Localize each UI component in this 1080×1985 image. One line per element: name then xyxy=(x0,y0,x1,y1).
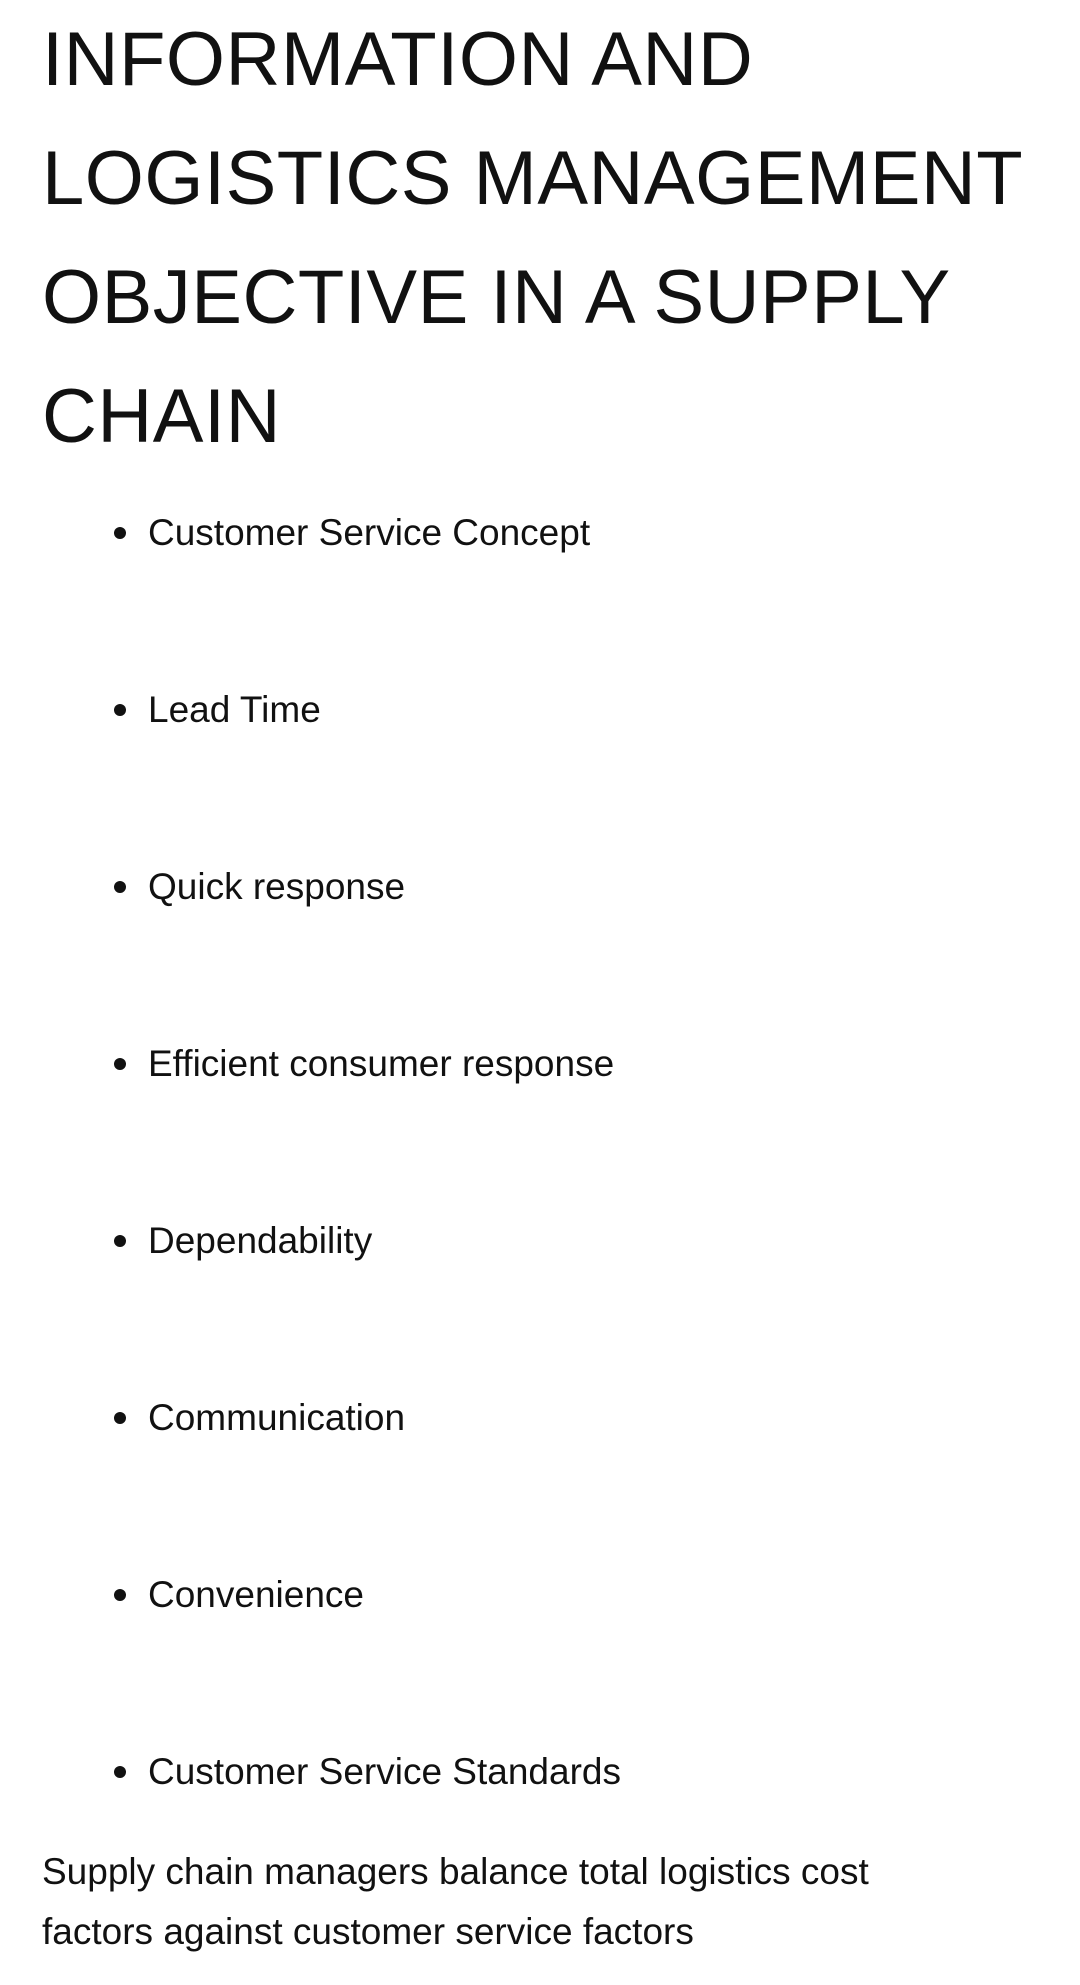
bullet-icon xyxy=(114,1412,126,1424)
list-item-label: Quick response xyxy=(148,866,406,907)
list-item-label: Lead Time xyxy=(148,689,321,730)
bullet-icon xyxy=(114,1058,126,1070)
bullet-icon xyxy=(114,881,126,893)
page-title: INFORMATION AND LOGISTICS MANAGEMENT OBJ… xyxy=(42,0,1042,476)
list-item-label: Customer Service Concept xyxy=(148,512,591,553)
list-item: Lead Time xyxy=(114,680,321,740)
list-item: Convenience xyxy=(114,1565,364,1625)
bullet-icon xyxy=(114,1235,126,1247)
list-item-label: Dependability xyxy=(148,1220,373,1261)
list-item-label: Customer Service Standards xyxy=(148,1751,621,1792)
summary-paragraph: Supply chain managers balance total logi… xyxy=(42,1842,1042,1962)
list-item: Communication xyxy=(114,1388,405,1448)
list-item: Dependability xyxy=(114,1211,372,1271)
bullet-icon xyxy=(114,527,126,539)
title-line: INFORMATION AND xyxy=(42,17,754,102)
list-item: Customer Service Standards xyxy=(114,1742,621,1802)
list-item-label: Efficient consumer response xyxy=(148,1043,615,1084)
list-item: Customer Service Concept xyxy=(114,503,590,563)
list-item: Quick response xyxy=(114,857,405,917)
title-line: CHAIN xyxy=(42,374,281,459)
list-item-label: Convenience xyxy=(148,1574,364,1615)
summary-line: factors against customer service factors xyxy=(42,1911,694,1952)
bullet-icon xyxy=(114,704,126,716)
bullet-icon xyxy=(114,1766,126,1778)
title-line: OBJECTIVE IN A SUPPLY xyxy=(42,255,951,340)
list-item-label: Communication xyxy=(148,1397,406,1438)
document-page: INFORMATION AND LOGISTICS MANAGEMENT OBJ… xyxy=(0,0,1080,1985)
title-line: LOGISTICS MANAGEMENT xyxy=(42,136,1024,221)
summary-line: Supply chain managers balance total logi… xyxy=(42,1851,869,1892)
list-item: Efficient consumer response xyxy=(114,1034,614,1094)
bullet-icon xyxy=(114,1589,126,1601)
